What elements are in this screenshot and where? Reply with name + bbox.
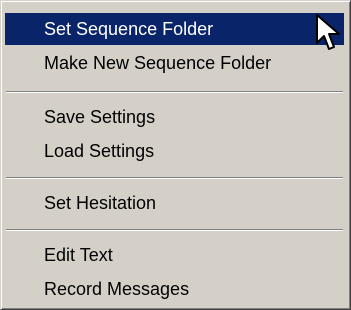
- menu-separator: [6, 177, 343, 179]
- menu-item-label: Set Hesitation: [44, 193, 157, 213]
- menu-item-save-settings[interactable]: Save Settings: [5, 101, 344, 133]
- menu-item-record-messages[interactable]: Record Messages: [5, 273, 344, 305]
- menu-item-label: Record Messages: [44, 279, 190, 299]
- menu-separator: [6, 229, 343, 231]
- context-menu: Set Sequence Folder Make New Sequence Fo…: [0, 0, 351, 310]
- menu-item-label: Make New Sequence Folder: [44, 53, 272, 73]
- menu-separator: [6, 91, 343, 93]
- menu-item-set-sequence-folder[interactable]: Set Sequence Folder: [5, 13, 344, 45]
- menu-item-set-hesitation[interactable]: Set Hesitation: [5, 187, 344, 219]
- menu-item-label: Edit Text: [44, 245, 113, 265]
- menu-item-label: Set Sequence Folder: [44, 19, 214, 39]
- menu-item-load-settings[interactable]: Load Settings: [5, 135, 344, 167]
- arrow-pointer-icon: [316, 14, 340, 50]
- menu-item-edit-text[interactable]: Edit Text: [5, 239, 344, 271]
- menu-item-label: Save Settings: [44, 107, 156, 127]
- menu-item-label: Load Settings: [44, 141, 155, 161]
- menu-item-make-new-sequence-folder[interactable]: Make New Sequence Folder: [5, 47, 344, 79]
